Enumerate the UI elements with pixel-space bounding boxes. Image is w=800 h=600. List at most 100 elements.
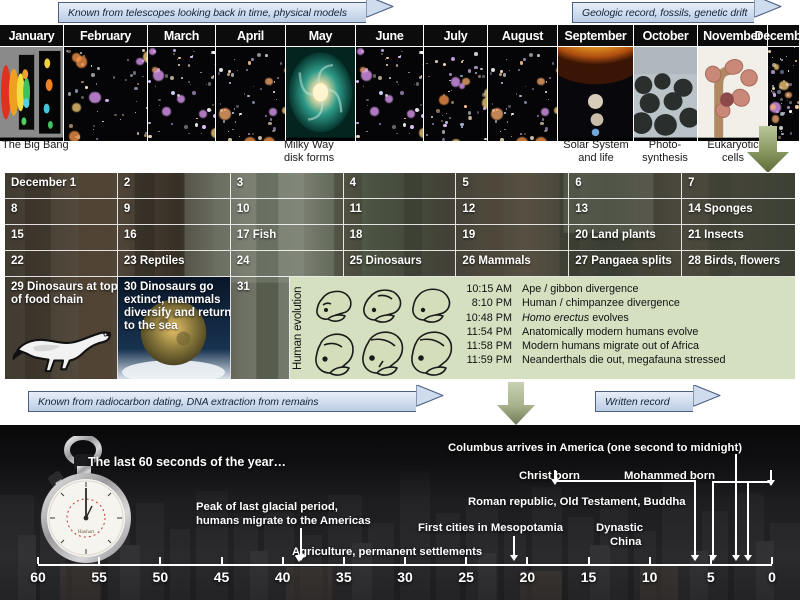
month-caption-3: Photo-synthesis (630, 139, 700, 165)
axis-tick-label: 10 (641, 569, 658, 585)
month-label-may: May (286, 25, 355, 47)
seconds-axis (38, 564, 772, 566)
month-image-solar-system (558, 47, 633, 141)
evolution-event-time: 8:10 PM (471, 297, 512, 310)
banner-arrow-head-icon (416, 385, 444, 414)
month-column-june: June (356, 25, 424, 141)
evolution-event-text: Homo erectus evolves (522, 311, 629, 325)
axis-tick-label: 40 (274, 569, 291, 585)
axis-tick-label: 0 (768, 569, 776, 585)
month-caption-line: and life (578, 152, 614, 164)
banner-arrow-head-icon (693, 385, 721, 414)
bottom-banner-1: Written record (595, 385, 721, 412)
calendar-cell: 28 Birds, flowers (682, 251, 795, 277)
banner-arrow-head-icon (754, 0, 782, 25)
month-column-october: October (634, 25, 698, 141)
evolution-event-row: 11:54 PM Anatomically modern humans evolv… (462, 325, 791, 339)
axis-tick (465, 557, 468, 564)
timeline-annotation-3: First cities in Mesopotamia (418, 522, 564, 534)
axis-tick-label: 60 (30, 569, 46, 585)
leader-first-cities (513, 536, 515, 556)
evolution-event-rest: evolves (589, 311, 629, 324)
leader-mohammed-elbow (712, 481, 714, 556)
leader-arrowhead-icon (551, 479, 559, 485)
calendar-cell: 6 (569, 173, 683, 199)
axis-tick-label: 20 (519, 569, 536, 585)
calendar-cell: 12 (456, 199, 570, 225)
axis-tick-label: 5 (706, 569, 715, 585)
bottom-banner-1-label: Written record (605, 395, 670, 408)
calendar-cell: 20 Land plants (569, 225, 683, 251)
axis-tick (220, 557, 223, 564)
calendar-cell: 14 Sponges (682, 199, 795, 225)
month-label-september: September (558, 25, 633, 47)
leader-arrowhead-icon (295, 556, 303, 562)
green-down-arrow-icon-2 (495, 382, 537, 426)
axis-tick-label: 15 (580, 569, 597, 585)
evolution-event-text: Neanderthals die out, megafauna stressed (522, 354, 726, 367)
month-caption-line: synthesis (642, 152, 688, 164)
calendar-cell: 23 Reptiles (117, 251, 231, 277)
timeline-annotation-5: Dynastic (596, 522, 644, 534)
december-calendar: December 1 2 3 4 5 6 7 8 9 10 11 12 13 14 Sponges 15 16… (4, 172, 796, 380)
month-label-june: June (356, 25, 423, 47)
calendar-cell: December 1 (5, 173, 118, 199)
calendar-cell: 25 Dinosaurs (343, 251, 457, 277)
axis-tick (648, 557, 651, 564)
calendar-cell: 5 (456, 173, 570, 199)
axis-tick (587, 557, 590, 564)
axis-tick (709, 557, 712, 564)
evolution-event-row: 10:15 AM Ape / gibbon divergence (462, 282, 791, 296)
axis-tick-label: 30 (397, 569, 413, 585)
month-caption-1: Milky Way disk forms (284, 139, 360, 165)
top-banner-0: Known from telescopes looking back in ti… (58, 0, 394, 25)
month-column-april: April (216, 25, 286, 141)
leader-arrowhead-icon (510, 555, 518, 561)
month-image-big-bang-prism (0, 47, 63, 141)
dinosaur-icon (12, 331, 112, 373)
month-caption-2: Solar System and life (554, 139, 638, 165)
month-label-january: January (0, 25, 63, 47)
evolution-event-text: Ape / gibbon divergence (522, 283, 639, 295)
leader-columbus (735, 454, 737, 556)
month-column-february: February (64, 25, 148, 141)
calendar-cell: 17 Fish (230, 225, 344, 251)
svg-text:Hanhart: Hanhart (78, 530, 95, 535)
evolution-event-text: Anatomically modern humans evolve (522, 325, 699, 338)
leader-arrowhead-icon (744, 555, 752, 561)
month-caption-line: disk forms (284, 152, 335, 164)
skull-series-icon (308, 277, 456, 379)
month-image-deep-field (216, 47, 285, 141)
month-column-march: March (148, 25, 216, 141)
timeline-annotation-1: humans migrate to the Americas (196, 515, 371, 527)
month-caption-line: Milky Way (284, 139, 334, 151)
calendar-cell: 18 (343, 225, 457, 251)
top-banner-1: Geologic record, fossils, genetic drift (572, 0, 782, 25)
axis-tick (342, 557, 345, 564)
evolution-event-time: 10:48 PM (465, 311, 512, 324)
month-caption-line: Solar System (563, 139, 629, 151)
month-image-deep-field (488, 47, 557, 141)
calendar-cell: 22 (5, 251, 118, 277)
month-caption-line: Photo- (648, 139, 682, 151)
timeline-annotation-6: China (610, 536, 642, 548)
month-caption-line: The Big Bang (2, 139, 69, 151)
banner-arrow-head-icon (366, 0, 394, 25)
axis-tick (159, 557, 162, 564)
axis-tick-label: 50 (152, 569, 169, 585)
calendar-cell-31: 31 (231, 277, 290, 379)
leader-elbow (712, 481, 770, 483)
month-label-march: March (148, 25, 215, 47)
calendar-cell-29: 29 Dinosaurs at top of food chain (5, 277, 118, 379)
calendar-cell: 26 Mammals (456, 251, 570, 277)
calendar-cell: 24 (230, 251, 344, 277)
month-label-october: October (634, 25, 697, 47)
human-evolution-events: 10:15 AM Ape / gibbon divergence 8:10 PM Hu… (456, 277, 795, 379)
axis-tick (771, 557, 773, 564)
leader-glacial (300, 528, 302, 556)
top-banner-1-label: Geologic record, fossils, genetic drift (582, 6, 748, 19)
month-image-spiral-galaxy (286, 47, 355, 141)
evolution-event-text: Human / chimpanzee divergence (522, 297, 680, 310)
calendar-cell: 8 (5, 199, 118, 225)
month-label-april: April (216, 25, 285, 47)
